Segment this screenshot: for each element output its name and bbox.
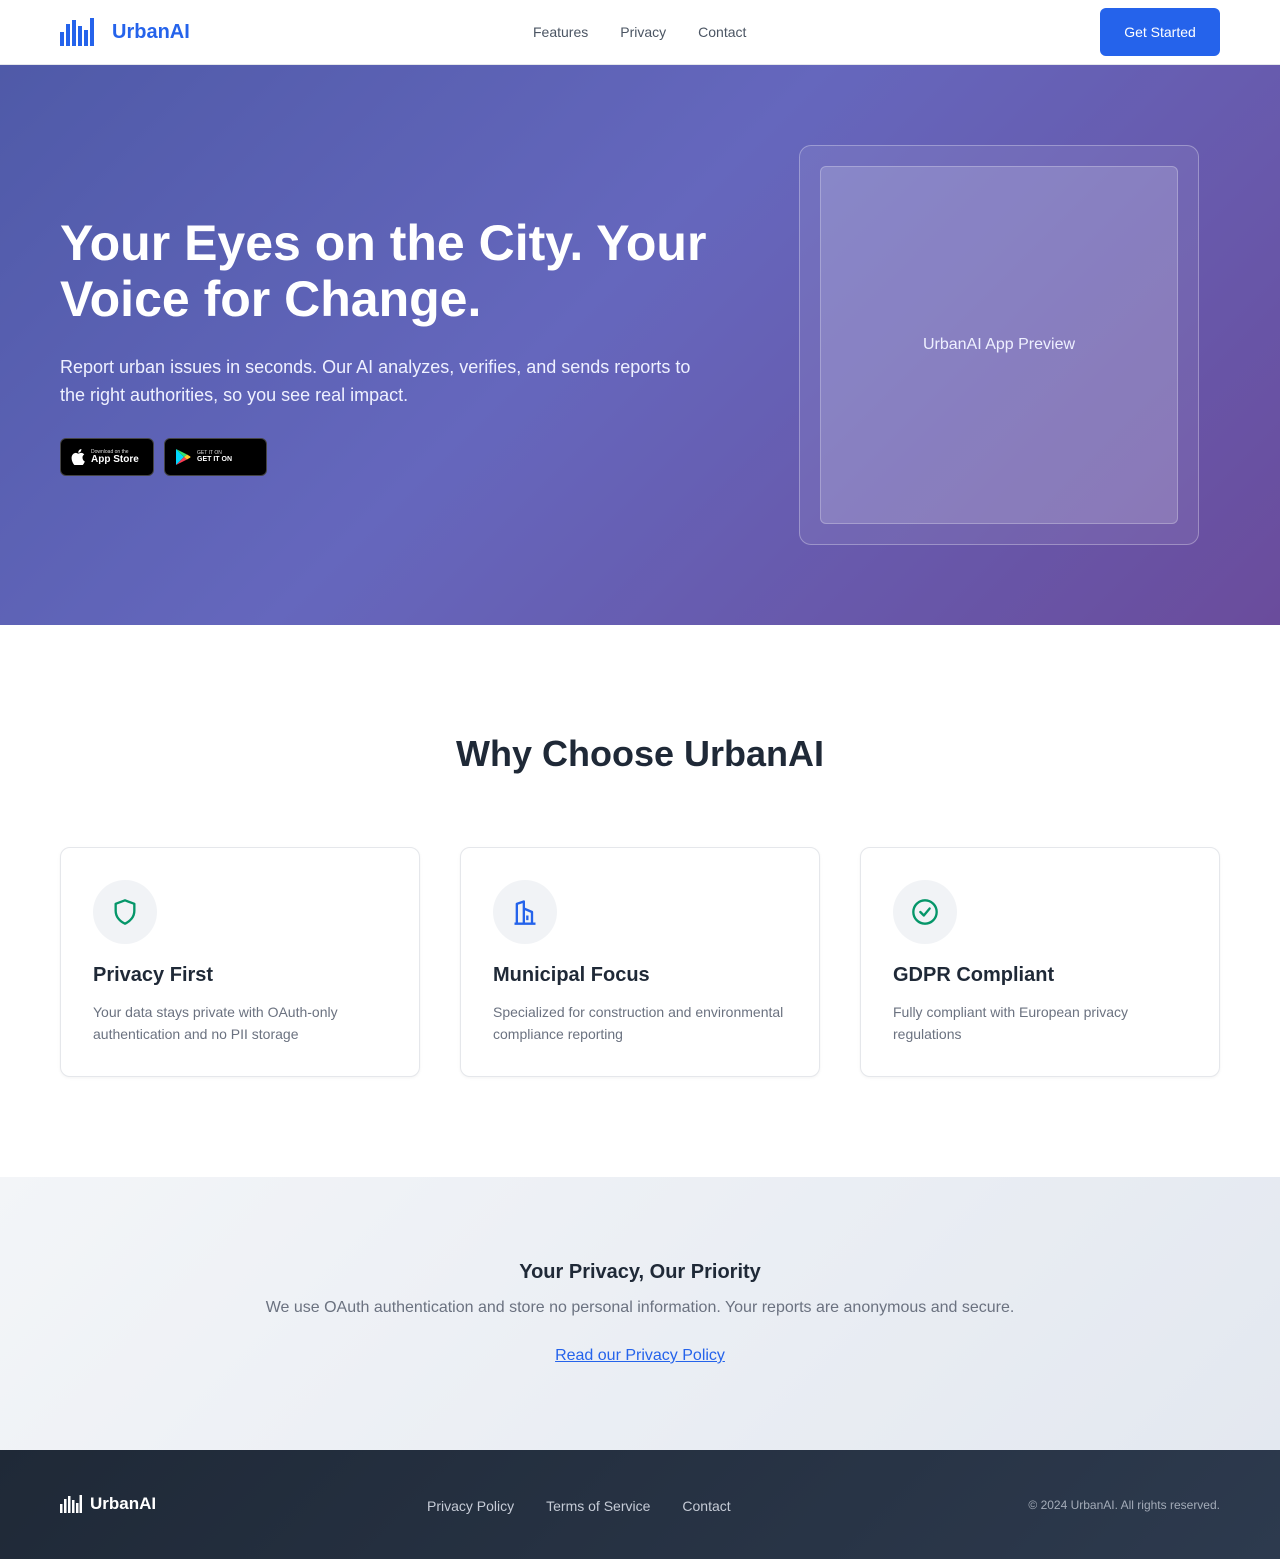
app-preview-label: UrbanAI App Preview [922,336,1076,353]
nav-link-features[interactable]: Features [533,24,588,40]
footer-link-contact[interactable]: Contact [682,1498,730,1514]
copyright-text: © 2024 UrbanAI. All rights reserved. [1028,1498,1220,1512]
footer-link-terms[interactable]: Terms of Service [546,1498,650,1514]
nav-links: Features Privacy Contact [533,24,746,40]
feature-card-desc: Fully compliant with European privacy re… [893,1004,1128,1042]
footer-brand-name: UrbanAI [90,1494,157,1513]
hero-title: Your Eyes on the City. Your Voice for Ch… [60,215,707,327]
bar-chart-logo-icon [60,18,94,46]
app-store-button[interactable]: Download on the App Store [60,438,154,476]
hero-section: Your Eyes on the City. Your Voice for Ch… [0,65,1280,625]
app-preview-screen: UrbanAI App Preview [820,166,1178,524]
get-started-button[interactable]: Get Started [1100,8,1220,56]
footer-brand[interactable]: UrbanAI [60,1494,156,1514]
feature-card-desc: Your data stays private with OAuth-only … [93,1004,338,1042]
hero-subtitle: Report urban issues in seconds. Our AI a… [60,357,691,405]
feature-card-title: GDPR Compliant [893,964,1055,986]
footer-links: Privacy Policy Terms of Service Contact [427,1498,731,1514]
brand-logo[interactable]: UrbanAI [60,18,190,46]
check-circle-icon [912,899,938,925]
feature-card-privacy: Privacy First Your data stays private wi… [60,847,420,1077]
brand-name: UrbanAI [112,20,190,43]
bar-chart-logo-icon [60,1495,82,1513]
privacy-title: Your Privacy, Our Priority [519,1261,761,1283]
shield-icon [114,899,136,925]
apple-icon [71,449,85,465]
building-icon [514,900,536,925]
nav-link-privacy[interactable]: Privacy [620,24,666,40]
footer-link-privacy-policy[interactable]: Privacy Policy [427,1498,514,1514]
feature-card-title: Privacy First [93,964,214,986]
feature-card-desc: Specialized for construction and environ… [493,1004,784,1042]
google-play-icon [176,449,191,465]
privacy-section: Your Privacy, Our Priority We use OAuth … [0,1177,1280,1450]
feature-card-gdpr: GDPR Compliant Fully compliant with Euro… [860,847,1220,1077]
privacy-policy-link[interactable]: Read our Privacy Policy [555,1347,725,1364]
store-badges: Download on the App Store GET IT ON GET … [60,438,267,476]
top-nav: UrbanAI Features Privacy Contact Get Sta… [0,0,1280,65]
feature-card-municipal: Municipal Focus Specialized for construc… [460,847,820,1077]
features-title: Why Choose UrbanAI [455,733,824,774]
footer: UrbanAI Privacy Policy Terms of Service … [0,1450,1280,1559]
feature-card-title: Municipal Focus [493,964,650,986]
google-play-label: GET IT ON [197,456,232,463]
google-play-button[interactable]: GET IT ON GET IT ON [164,438,267,476]
nav-link-contact[interactable]: Contact [698,24,746,40]
app-preview-frame: UrbanAI App Preview [799,145,1199,545]
privacy-text: We use OAuth authentication and store no… [265,1299,1015,1316]
app-store-label: App Store [91,453,139,465]
